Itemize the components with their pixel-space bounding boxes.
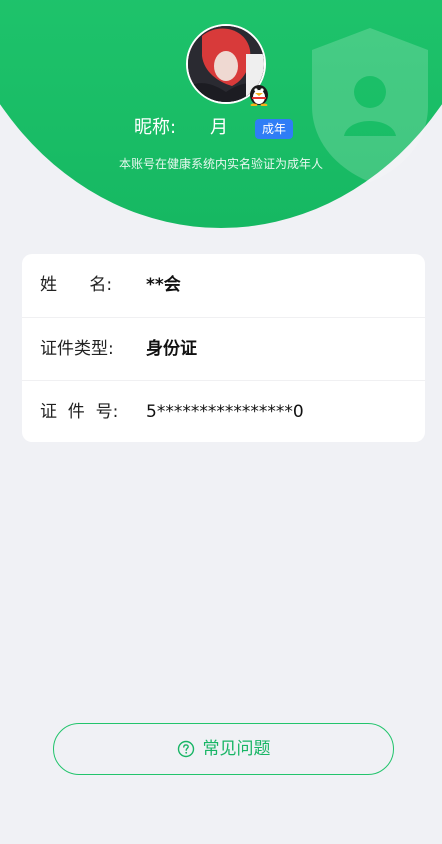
name-value: **会 bbox=[146, 275, 181, 295]
identity-info-card: 姓 名: **会 证件类型: 身份证 证 件 号: 5*************… bbox=[22, 254, 425, 442]
adult-status-badge: 成年 bbox=[255, 119, 294, 139]
id-number-label: 证 件 号: bbox=[40, 402, 119, 422]
verification-note: 本账号在健康系统内实名验证为成年人 bbox=[118, 157, 323, 171]
faq-label: 常见问题 bbox=[202, 739, 271, 759]
id-type-label: 证件类型: bbox=[40, 339, 114, 359]
faq-button[interactable]: 常见问题 bbox=[53, 723, 394, 775]
id-number-value: 5****************0 bbox=[146, 402, 304, 422]
id-type-row: 证件类型: 身份证 bbox=[22, 317, 425, 379]
name-label: 姓 名: bbox=[40, 275, 113, 295]
header-banner: 昵称: 月 成年 本账号在健康系统内实名验证为成年人 bbox=[0, 0, 442, 232]
question-circle-icon bbox=[177, 740, 194, 758]
qq-penguin-icon bbox=[250, 85, 268, 106]
nickname-row: 昵称: 月 成年 bbox=[0, 116, 442, 142]
id-type-value: 身份证 bbox=[146, 339, 197, 359]
name-row: 姓 名: **会 bbox=[22, 254, 425, 316]
nickname-value: 月 bbox=[210, 117, 228, 138]
id-number-row: 证 件 号: 5****************0 bbox=[22, 380, 425, 442]
nickname-label: 昵称: bbox=[134, 117, 177, 138]
avatar-container[interactable] bbox=[186, 24, 268, 106]
